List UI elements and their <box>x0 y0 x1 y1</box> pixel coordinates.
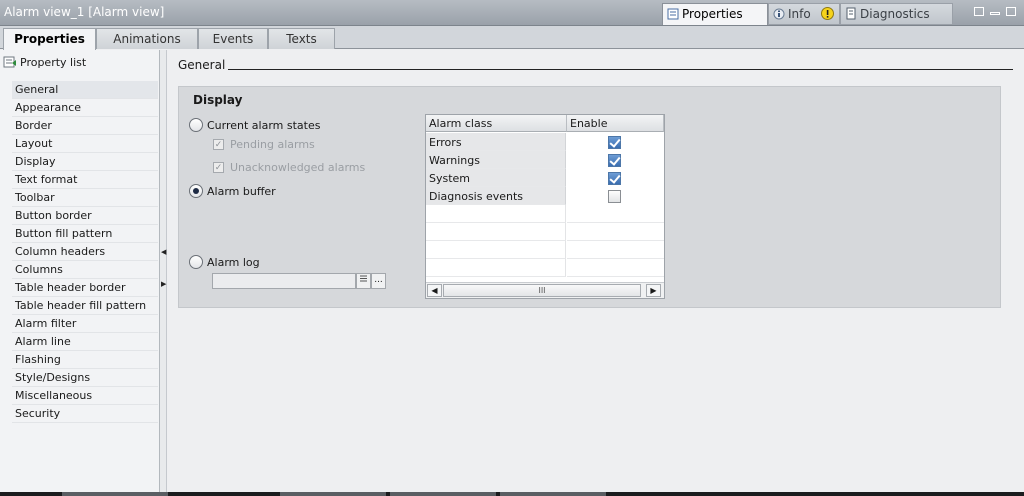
tab-properties[interactable]: Properties <box>3 28 96 50</box>
enable-checkbox[interactable] <box>608 136 621 149</box>
alarm-buffer-label: Alarm buffer <box>207 185 276 198</box>
sidebar-item-style-designs[interactable]: Style/Designs <box>12 369 158 387</box>
sidebar-item-column-headers[interactable]: Column headers <box>12 243 158 261</box>
sidebar-item-border[interactable]: Border <box>12 117 158 135</box>
scrollbar-thumb[interactable]: III <box>443 284 641 297</box>
enable-checkbox[interactable] <box>608 154 621 167</box>
taskbar-item[interactable] <box>500 492 606 496</box>
pending-alarms-checkbox[interactable]: ✓ <box>213 139 224 150</box>
sidebar-item-alarm-filter[interactable]: Alarm filter <box>12 315 158 333</box>
sidebar-item-columns[interactable]: Columns <box>12 261 158 279</box>
tab-info-panel-label: Info <box>788 7 811 21</box>
unacknowledged-alarms-checkbox[interactable]: ✓ <box>213 162 224 173</box>
sidebar-item-general[interactable]: General <box>12 81 158 99</box>
sidebar-item-alarm-line[interactable]: Alarm line <box>12 333 158 351</box>
section-title: General <box>178 58 226 72</box>
enable-checkbox[interactable] <box>608 190 621 203</box>
scroll-left-icon[interactable]: ◀ <box>427 284 442 297</box>
property-list-label: Property list <box>20 56 87 69</box>
table-row-empty <box>567 223 664 241</box>
unacknowledged-alarms-label: Unacknowledged alarms <box>230 161 366 174</box>
table-row-empty <box>567 205 664 223</box>
alarm-class-table: Alarm class Enable Errors Warnings Syste… <box>425 114 665 299</box>
sidebar-item-toolbar[interactable]: Toolbar <box>12 189 158 207</box>
display-group: Display Current alarm states ✓ Pending a… <box>178 86 1001 308</box>
sidebar-item-display[interactable]: Display <box>12 153 158 171</box>
taskbar-strip <box>0 492 1024 496</box>
tab-info-panel[interactable]: Info <box>768 3 840 25</box>
property-list-sidebar: Property list General Appearance Border … <box>0 50 160 492</box>
sidebar-item-button-border[interactable]: Button border <box>12 207 158 225</box>
table-row-class[interactable]: Warnings <box>426 151 566 169</box>
tab-diagnostics-panel-label: Diagnostics <box>860 7 930 21</box>
sidebar-item-button-fill-pattern[interactable]: Button fill pattern <box>12 225 158 243</box>
restore-icon[interactable] <box>974 7 984 16</box>
property-list-icon <box>3 56 17 71</box>
table-row-class[interactable]: Errors <box>426 133 566 151</box>
table-row-empty <box>426 223 566 241</box>
pending-alarms-label: Pending alarms <box>230 138 315 151</box>
table-row-empty <box>426 259 566 277</box>
title-bar: Alarm view_1 [Alarm view] Properties Inf… <box>0 0 1024 26</box>
list-icon[interactable] <box>356 273 371 289</box>
table-row-empty <box>567 259 664 277</box>
sidebar-splitter[interactable]: ◀ ▶ <box>160 50 167 492</box>
section-divider <box>228 69 1013 70</box>
maximize-icon[interactable] <box>1006 7 1016 16</box>
current-alarm-states-radio[interactable] <box>189 118 203 132</box>
table-row-class[interactable]: System <box>426 169 566 187</box>
taskbar-item[interactable] <box>390 492 496 496</box>
sidebar-item-security[interactable]: Security <box>12 405 158 423</box>
column-header-enable[interactable]: Enable <box>567 115 664 132</box>
alarm-log-label: Alarm log <box>207 256 260 269</box>
window-title: Alarm view_1 [Alarm view] <box>4 5 165 19</box>
table-row-class[interactable]: Diagnosis events <box>426 187 566 205</box>
sidebar-item-layout[interactable]: Layout <box>12 135 158 153</box>
taskbar-item[interactable] <box>280 492 386 496</box>
expand-right-icon[interactable]: ▶ <box>161 280 166 288</box>
sidebar-item-text-format[interactable]: Text format <box>12 171 158 189</box>
horizontal-scrollbar[interactable]: ◀ III ▶ <box>426 282 664 298</box>
editor-tab-strip: Properties Animations Events Texts <box>0 26 1024 50</box>
sidebar-item-appearance[interactable]: Appearance <box>12 99 158 117</box>
taskbar-item[interactable] <box>62 492 168 496</box>
tab-events[interactable]: Events <box>198 28 268 49</box>
browse-button[interactable]: ... <box>371 273 386 289</box>
table-row-empty <box>426 241 566 259</box>
alarm-log-radio[interactable] <box>189 255 203 269</box>
collapse-left-icon[interactable]: ◀ <box>161 248 166 256</box>
alarm-buffer-radio[interactable] <box>189 184 203 198</box>
scroll-right-icon[interactable]: ▶ <box>646 284 661 297</box>
diagnostics-icon <box>845 7 857 23</box>
property-list-header[interactable]: Property list <box>3 56 86 71</box>
sidebar-item-miscellaneous[interactable]: Miscellaneous <box>12 387 158 405</box>
enable-checkbox[interactable] <box>608 172 621 185</box>
minimize-icon[interactable] <box>990 12 1000 15</box>
display-group-title: Display <box>193 93 243 107</box>
alarm-log-field[interactable] <box>212 273 356 289</box>
tab-texts[interactable]: Texts <box>268 28 335 49</box>
tab-properties-panel-label: Properties <box>682 7 743 21</box>
tab-properties-panel[interactable]: Properties <box>662 3 768 25</box>
tab-diagnostics-panel[interactable]: Diagnostics <box>840 3 953 25</box>
table-row-empty <box>567 241 664 259</box>
sidebar-item-table-header-fill-pattern[interactable]: Table header fill pattern <box>12 297 158 315</box>
properties-content: General Display Current alarm states ✓ P… <box>168 50 1024 492</box>
table-row-empty <box>426 205 566 223</box>
current-alarm-states-label: Current alarm states <box>207 119 321 132</box>
tab-animations[interactable]: Animations <box>96 28 198 49</box>
sidebar-item-flashing[interactable]: Flashing <box>12 351 158 369</box>
sidebar-item-table-header-border[interactable]: Table header border <box>12 279 158 297</box>
info-icon <box>773 8 785 23</box>
column-header-alarm-class[interactable]: Alarm class <box>426 115 567 132</box>
warning-icon <box>820 7 834 23</box>
properties-icon <box>667 8 679 23</box>
